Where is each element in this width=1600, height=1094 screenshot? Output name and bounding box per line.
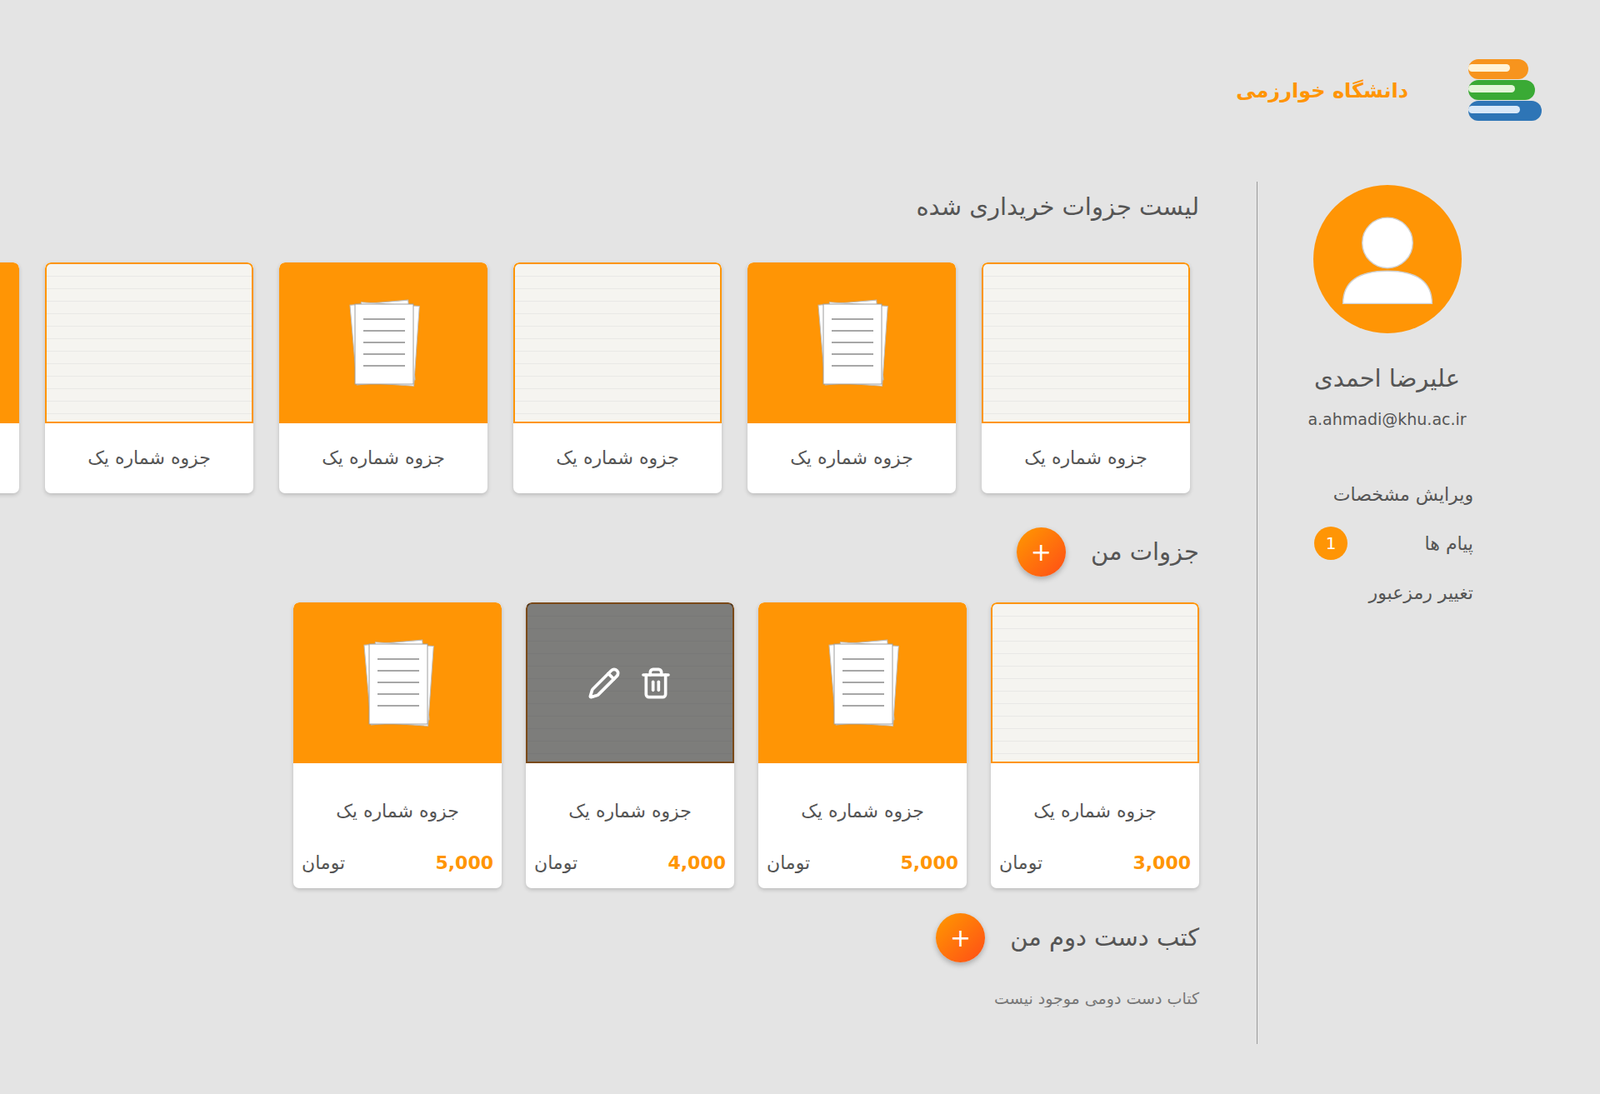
sidebar-menu: ویرایش مشخصات پیام ها1 تغییر رمزعبور [1300, 477, 1474, 610]
sidebar: علیرضا احمدی a.ahmadi@khu.ac.ir ویرایش مشخ… [1256, 181, 1600, 1045]
logo-icon [1466, 57, 1542, 125]
card-title: جزوه شماره یک [525, 763, 735, 825]
note-photo [990, 602, 1200, 764]
section-header: کتب دست دوم من + [0, 912, 1200, 963]
price-value: 4,000 [667, 852, 726, 874]
price-row: 3,000 تومان [990, 848, 1200, 889]
note-card[interactable]: جزوه شماره یک 5,000 تومان [758, 602, 967, 889]
sidebar-item[interactable]: تغییر رمزعبور [1314, 575, 1474, 610]
price-row: 5,000 تومان [293, 848, 502, 889]
university-name: دانشگاه خوارزمی [1235, 79, 1409, 103]
card-actions [527, 604, 733, 762]
note-card[interactable]: جزوه شماره یک [45, 262, 254, 494]
note-photo [513, 262, 722, 424]
currency: تومان [534, 852, 578, 874]
price-row: 4,000 تومان [525, 848, 735, 889]
note-placeholder [0, 262, 20, 424]
sidebar-item[interactable]: ویرایش مشخصات [1314, 477, 1474, 511]
document-icon [341, 294, 425, 393]
my-notes-list: جزوه شماره یک 3,000 تومان جزوه شماره یک 5,00… [0, 602, 1200, 892]
add-book-button[interactable]: + [935, 913, 985, 963]
currency: تومان [999, 852, 1043, 874]
card-title: جزوه شماره یک [279, 423, 488, 494]
page: دانشگاه خوارزمی علیرضا احمدی a.ahmadi@khu.… [0, 0, 1600, 1094]
pencil-icon[interactable] [587, 666, 621, 700]
card-title [0, 423, 20, 494]
section-header: لیست جزوات خریداری شده [0, 181, 1200, 232]
card-title: جزوه شماره یک [513, 423, 722, 494]
card-title: جزوه شماره یک [45, 423, 254, 494]
document-icon [810, 294, 894, 393]
card-title: جزوه شماره یک [293, 763, 502, 825]
note-photo [981, 262, 1190, 424]
card-title: جزوه شماره یک [990, 763, 1200, 825]
document-icon [355, 634, 440, 733]
avatar [1313, 185, 1462, 334]
note-photo [45, 262, 254, 424]
add-note-button[interactable]: + [1016, 527, 1066, 577]
note-placeholder [758, 602, 967, 764]
price-row: 5,000 تومان [758, 848, 967, 889]
message-badge: 1 [1314, 526, 1348, 560]
currency: تومان [301, 852, 345, 874]
user-email: a.ahmadi@khu.ac.ir [1300, 407, 1474, 431]
content: علیرضا احمدی a.ahmadi@khu.ac.ir ویرایش مشخ… [0, 181, 1600, 1045]
card-title: جزوه شماره یک [981, 423, 1190, 494]
note-card[interactable]: جزوه شماره یک 4,000 تومان [525, 602, 735, 889]
header: دانشگاه خوارزمی [0, 0, 1600, 182]
price-value: 5,000 [435, 852, 494, 874]
note-card[interactable]: جزوه شماره یک [747, 262, 956, 494]
document-icon [820, 634, 905, 733]
user-name: علیرضا احمدی [1300, 361, 1474, 395]
note-card[interactable]: جزوه شماره یک [981, 262, 1190, 494]
price-value: 5,000 [900, 852, 959, 874]
trash-icon[interactable] [639, 666, 673, 700]
price-value: 3,000 [1132, 852, 1191, 874]
section-title: جزوات من [1090, 537, 1200, 566]
sidebar-item[interactable]: پیام ها1 [1314, 526, 1474, 560]
note-placeholder [747, 262, 956, 424]
section-title: لیست جزوات خریداری شده [915, 192, 1200, 221]
note-card[interactable]: جزوه شماره یک 5,000 تومان [293, 602, 502, 889]
note-placeholder [279, 262, 488, 424]
note-card[interactable]: جزوه شماره یک [513, 262, 722, 494]
note-card[interactable]: جزوه شماره یک [279, 262, 488, 494]
purchased-list: جزوه شماره یک جزوه شماره یک جزوه شماره یک ج… [0, 262, 1200, 497]
note-card[interactable] [0, 262, 20, 494]
card-title: جزوه شماره یک [758, 763, 967, 825]
note-placeholder [293, 602, 502, 764]
note-photo [525, 602, 735, 764]
user-icon [1313, 185, 1462, 334]
note-card[interactable]: جزوه شماره یک 3,000 تومان [990, 602, 1200, 889]
section-title: کتب دست دوم من [1010, 923, 1200, 952]
section-header: جزوات من + [0, 526, 1200, 577]
main: لیست جزوات خریداری شدهجزوه شماره یکجزوه … [0, 181, 1257, 1008]
card-title: جزوه شماره یک [747, 423, 956, 494]
currency: تومان [766, 852, 810, 874]
empty-text: کتاب دست دومی موجود نیست [0, 989, 1200, 1008]
